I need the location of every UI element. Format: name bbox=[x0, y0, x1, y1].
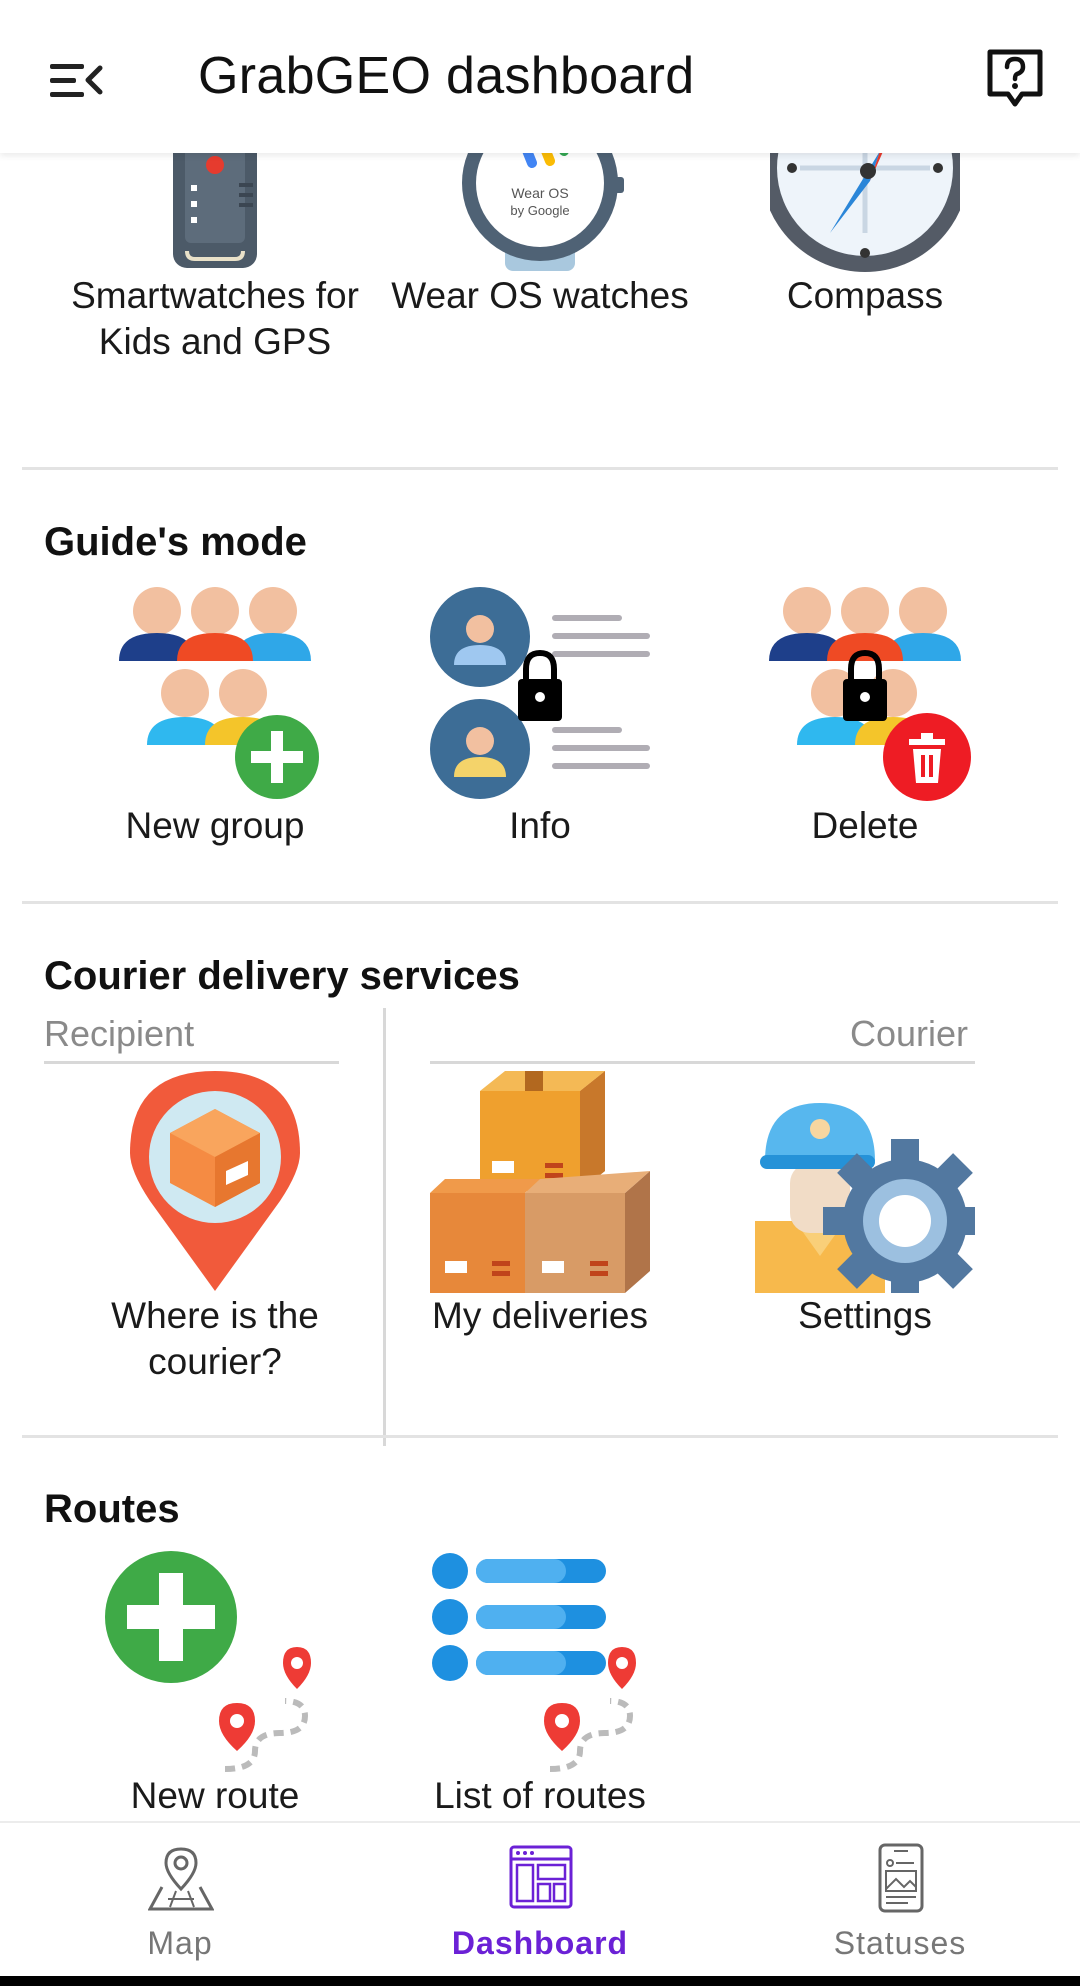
tile-new-route[interactable]: New route bbox=[55, 1551, 375, 1819]
svg-text:by Google: by Google bbox=[510, 203, 569, 218]
recipient-underline bbox=[44, 1061, 339, 1064]
kids-smartwatch-icon bbox=[173, 153, 257, 268]
svg-text:Wear OS: Wear OS bbox=[511, 185, 568, 201]
help-icon[interactable] bbox=[984, 46, 1046, 110]
courier-settings-icon bbox=[755, 1103, 975, 1293]
tile-kids-smartwatches[interactable]: Smartwatches for Kids and GPS bbox=[55, 153, 375, 365]
section-title-courier: Courier delivery services bbox=[44, 954, 520, 998]
nav-label: Statuses bbox=[833, 1925, 967, 1961]
app-bar: GrabGEO dashboard bbox=[0, 0, 1080, 153]
tile-where-is-courier[interactable]: Where is the courier? bbox=[55, 1071, 375, 1385]
nav-statuses[interactable]: Statuses bbox=[720, 1823, 1080, 1978]
tile-label: My deliveries bbox=[432, 1295, 648, 1336]
section-title-guides-mode: Guide's mode bbox=[44, 520, 307, 564]
tile-label: Where is the courier? bbox=[111, 1295, 319, 1382]
section-divider bbox=[22, 1435, 1058, 1438]
nav-label: Map bbox=[147, 1925, 213, 1961]
courier-underline bbox=[430, 1061, 975, 1064]
tile-group-info[interactable]: Info bbox=[380, 581, 700, 849]
tile-my-deliveries[interactable]: My deliveries bbox=[380, 1071, 700, 1339]
dashboard-icon bbox=[509, 1845, 573, 1909]
tile-delete-group[interactable]: Delete bbox=[705, 581, 1025, 849]
lock-icon bbox=[843, 649, 887, 721]
statuses-icon bbox=[878, 1843, 924, 1913]
recipient-subhead: Recipient bbox=[44, 1013, 195, 1054]
wear-os-watch-icon: Wear OS by Google bbox=[462, 153, 624, 271]
tile-label: Settings bbox=[798, 1295, 932, 1336]
boxes-icon bbox=[430, 1071, 650, 1293]
new-route-icon bbox=[105, 1551, 311, 1772]
list-of-routes-icon bbox=[432, 1553, 636, 1772]
page-title: GrabGEO dashboard bbox=[198, 47, 695, 105]
nav-map[interactable]: Map bbox=[0, 1823, 360, 1978]
section-divider bbox=[22, 467, 1058, 470]
bottom-navigation: Map Dashboard Statuses bbox=[0, 1821, 1080, 1978]
tile-label: Delete bbox=[811, 805, 919, 846]
tile-label: Wear OS watches bbox=[391, 275, 689, 316]
tile-label: Compass bbox=[786, 275, 944, 316]
tile-label: Info bbox=[509, 805, 571, 846]
menu-collapse-icon[interactable] bbox=[44, 50, 104, 110]
tile-list-of-routes[interactable]: List of routes bbox=[380, 1551, 700, 1819]
tile-label: New group bbox=[125, 805, 305, 846]
delete-group-icon bbox=[769, 587, 971, 801]
tile-label: List of routes bbox=[434, 1775, 646, 1816]
new-group-icon bbox=[119, 587, 319, 799]
tile-wear-os[interactable]: Wear OS by Google Wear OS watches bbox=[380, 153, 700, 319]
map-icon bbox=[148, 1847, 214, 1911]
compass-icon bbox=[770, 153, 960, 272]
nav-label: Dashboard bbox=[451, 1925, 629, 1961]
tile-compass[interactable]: Compass bbox=[705, 153, 1025, 319]
dashboard-content: Smartwatches for Kids and GPS Wear OS by… bbox=[0, 153, 1080, 1821]
section-divider bbox=[22, 901, 1058, 904]
section-title-routes: Routes bbox=[44, 1487, 180, 1531]
system-navigation-bar bbox=[0, 1976, 1080, 1986]
courier-location-pin-icon bbox=[130, 1071, 300, 1291]
lock-icon bbox=[518, 649, 562, 721]
nav-dashboard[interactable]: Dashboard bbox=[360, 1823, 720, 1978]
courier-subhead: Courier bbox=[850, 1013, 969, 1054]
tile-courier-settings[interactable]: Settings bbox=[705, 1071, 1025, 1339]
tile-label: Smartwatches for Kids and GPS bbox=[71, 275, 359, 362]
group-info-icon bbox=[430, 587, 650, 799]
tile-label: New route bbox=[130, 1775, 300, 1816]
tile-new-group[interactable]: New group bbox=[55, 581, 375, 849]
